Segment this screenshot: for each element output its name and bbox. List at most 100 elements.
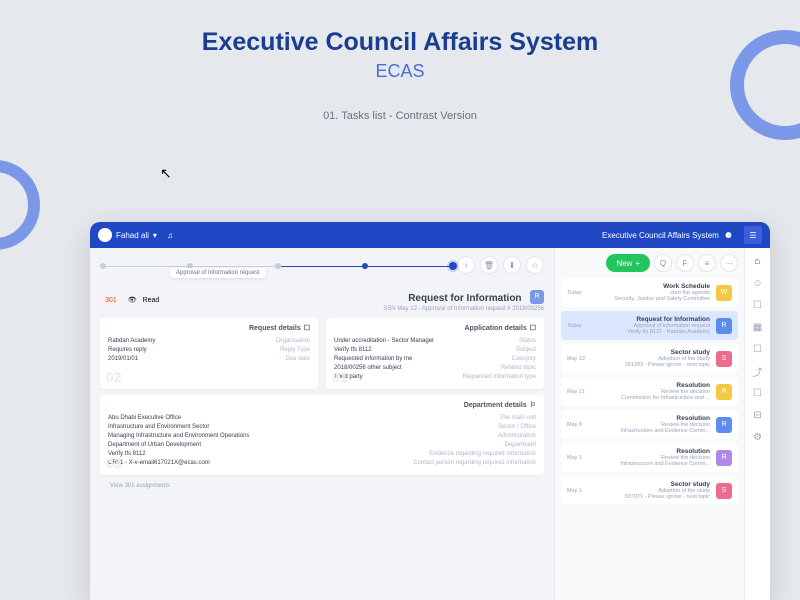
card-row: Managing Infrastructure and Environment … <box>108 433 536 439</box>
item-badge: R <box>716 318 732 334</box>
download-button[interactable]: ⬇ <box>503 256 521 274</box>
card-row: Requested information by meCategory <box>334 356 536 362</box>
item-badge: R <box>716 450 732 466</box>
info-button[interactable]: i <box>457 256 475 274</box>
item-sub2: Infrastructure and Evidence Comm... <box>597 461 710 467</box>
sidebar: ⌂ ☺ ☐ ▦ ☐ ⤴ ☐ ⊟ ⚙ <box>744 248 770 600</box>
stepper: Approval of Information request <box>100 256 457 274</box>
card-number: 01 <box>332 369 348 385</box>
top-row: Approval of Information request i 🗑 ⬇ ☆ <box>100 256 544 274</box>
request-title: Request for Information <box>408 293 521 304</box>
step-tooltip: Approval of Information request <box>170 268 266 278</box>
card-number: 03 <box>106 455 122 471</box>
item-badge: W <box>716 285 732 301</box>
application-details-card: Application details☐ Under accreditation… <box>326 318 544 389</box>
hero-caption: 01. Tasks list - Contrast Version <box>0 110 800 122</box>
bell-icon[interactable]: ♫ <box>167 231 173 240</box>
plus-icon: + <box>635 259 640 268</box>
request-header: 301 👁 Read Request for Information R SSN… <box>100 288 544 312</box>
item-title: Work Schedule <box>597 283 710 290</box>
sort-button[interactable]: ≡ <box>698 254 716 272</box>
item-date: Today <box>567 323 591 329</box>
item-date: May 1 <box>567 455 591 461</box>
document-icon: ☐ <box>304 324 310 332</box>
menu-button[interactable]: ☰ <box>744 226 762 244</box>
item-title: Resolution <box>597 448 710 455</box>
item-sub2: 251283 - Please ignore - next topic <box>597 362 710 368</box>
item-title: Sector study <box>597 349 710 356</box>
delete-button[interactable]: 🗑 <box>480 256 498 274</box>
item-title: Request for Information <box>597 316 710 323</box>
building-icon: ⚐ <box>530 401 536 409</box>
step-line <box>106 266 187 267</box>
sidebar-calendar-icon[interactable]: ▦ <box>751 320 765 334</box>
eye-icon: 👁 <box>128 296 137 304</box>
sidebar-settings-icon[interactable]: ⚙ <box>751 430 765 444</box>
sidebar-archive-icon[interactable]: ⊟ <box>751 408 765 422</box>
item-date: May 12 <box>567 356 591 362</box>
hero-title: Executive Council Affairs System <box>0 28 800 57</box>
card-row: Rabdan AcademyOrganisation <box>108 338 310 344</box>
list-item[interactable]: May 1Sector studyAdoption of the study50… <box>561 476 738 505</box>
user-name: Fahad ali <box>116 231 149 240</box>
item-badge: S <box>716 483 732 499</box>
list-item[interactable]: May 1ResolutionReview the decisionInfras… <box>561 443 738 472</box>
item-sub2: 507971 - Please ignore - next topic <box>597 494 710 500</box>
sidebar-doc-icon[interactable]: ☐ <box>751 342 765 356</box>
item-date: May 11 <box>567 389 591 395</box>
list-item[interactable]: May 12Sector studyAdoption of the study2… <box>561 344 738 373</box>
action-buttons: i 🗑 ⬇ ☆ <box>457 256 544 274</box>
card-row: Abu Dhabi Executive OfficeThe main unit <box>108 415 536 421</box>
search-button[interactable]: Q <box>654 254 672 272</box>
card-row: Under accreditation - Sector ManagerStat… <box>334 338 536 344</box>
item-title: Resolution <box>597 382 710 389</box>
user-menu[interactable]: Fahad ali ▾ ♫ <box>98 228 173 242</box>
star-button[interactable]: ☆ <box>526 256 544 274</box>
list-item[interactable]: TodayWork Schedulestart the agendaSecuri… <box>561 278 738 307</box>
app-window: Fahad ali ▾ ♫ Executive Council Affairs … <box>90 222 770 600</box>
sidebar-clipboard-icon[interactable]: ☐ <box>751 298 765 312</box>
card-row: Third partyRequested information type <box>334 374 536 380</box>
request-badge: R <box>530 290 544 304</box>
topbar: Fahad ali ▾ ♫ Executive Council Affairs … <box>90 222 770 248</box>
footer-text[interactable]: View 301 assignments <box>100 481 544 491</box>
step-line <box>193 266 274 267</box>
card-row: Infrastructure and Environment SectorSec… <box>108 424 536 430</box>
item-title: Resolution <box>597 415 710 422</box>
new-button[interactable]: New+ <box>606 254 650 272</box>
avatar <box>98 228 112 242</box>
card-row: Verify tfs 8112Evidence regarding requir… <box>108 451 536 457</box>
sidebar-file-icon[interactable]: ☐ <box>751 386 765 400</box>
card-title: Application details <box>464 325 526 332</box>
item-sub2: Commission for Infrastructure and ... <box>597 395 710 401</box>
cards-row-1: Request details☐ Rabdan AcademyOrganisat… <box>100 318 544 389</box>
sidebar-share-icon[interactable]: ⤴ <box>751 364 765 378</box>
cursor-icon: ↖ <box>160 165 172 182</box>
item-title: Sector study <box>597 481 710 488</box>
cards-row-2: Department details⚐ Abu Dhabi Executive … <box>100 395 544 475</box>
logo-icon: ⚈ <box>725 231 732 240</box>
list-item[interactable]: May 11ResolutionReview the decisionCommi… <box>561 377 738 406</box>
list-item[interactable]: May 6ResolutionReview the decisionInfras… <box>561 410 738 439</box>
step-line <box>281 266 362 267</box>
chevron-down-icon: ▾ <box>153 231 157 240</box>
card-title: Request details <box>249 325 301 332</box>
filter-button[interactable]: F <box>676 254 694 272</box>
request-subtitle: SSN May 12 - Approval of Information req… <box>383 306 544 312</box>
sidebar-home-icon[interactable]: ⌂ <box>751 254 765 268</box>
sidebar-users-icon[interactable]: ☺ <box>751 276 765 290</box>
item-badge: S <box>716 351 732 367</box>
department-details-card: Department details⚐ Abu Dhabi Executive … <box>100 395 544 475</box>
hero-subtitle: ECAS <box>0 61 800 82</box>
item-sub2: Security, Justice and Safety Committee <box>597 296 710 302</box>
item-date: Today <box>567 290 591 296</box>
decorative-circle-left <box>0 160 40 250</box>
item-sub2: Infrastructure and Evidence Comm... <box>597 428 710 434</box>
step-dot-current[interactable] <box>449 262 457 270</box>
more-button[interactable]: ⋯ <box>720 254 738 272</box>
card-row: Requires replyReply Type <box>108 347 310 353</box>
item-date: May 6 <box>567 422 591 428</box>
step-line <box>368 266 449 267</box>
card-number: 02 <box>106 369 122 385</box>
list-item[interactable]: TodayRequest for InformationApproval of … <box>561 311 738 340</box>
